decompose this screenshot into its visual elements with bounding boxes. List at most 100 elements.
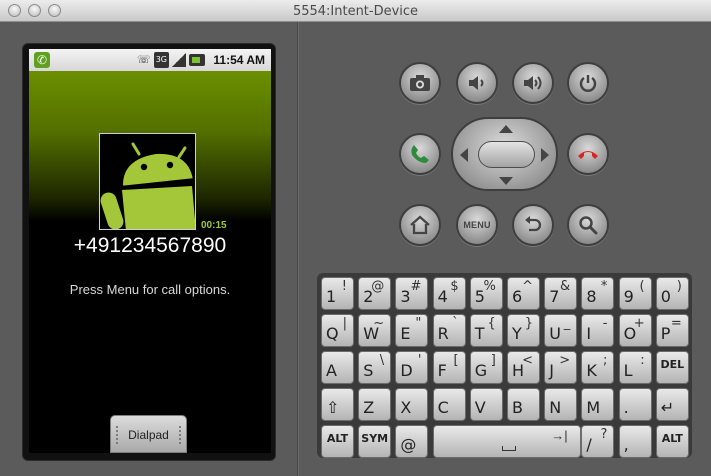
key-y[interactable]: Y} (507, 314, 540, 347)
key-o[interactable]: O + (618, 314, 652, 347)
key-b[interactable]: B (507, 388, 540, 421)
key-n[interactable]: N (544, 388, 578, 421)
key-s[interactable]: S \ (358, 351, 392, 384)
key-r3c9[interactable]: ↵ (655, 388, 689, 421)
key-u[interactable]: U _ (544, 314, 578, 347)
volume-up-button[interactable] (512, 62, 554, 104)
android-robot-icon (100, 134, 195, 229)
key-h[interactable]: H < (507, 351, 540, 384)
comma-key[interactable]: , (618, 425, 652, 458)
key-alt-label: { (487, 316, 496, 331)
key-alt-label: < (522, 353, 533, 368)
key-6[interactable]: 6 ^ (507, 277, 540, 310)
key-g[interactable]: G] (469, 351, 503, 384)
key-alt-label: = (670, 316, 682, 331)
key-a[interactable]: A (321, 351, 354, 384)
key-1[interactable]: 1! (321, 277, 354, 310)
key-label: @ (400, 435, 417, 454)
home-button[interactable] (399, 204, 441, 246)
back-button[interactable] (512, 204, 554, 246)
sym-key[interactable]: SYM (358, 425, 392, 458)
alt-left-key[interactable]: ALT (321, 425, 354, 458)
key-alt-label: @ (371, 279, 385, 294)
key-4[interactable]: 4 $ (432, 277, 466, 310)
key-2[interactable]: 2 @ (358, 277, 392, 310)
space-key[interactable]: →| (432, 425, 581, 458)
key-label: 9 (623, 287, 634, 306)
volume-down-button[interactable] (456, 62, 498, 104)
alt-right-key[interactable]: ALT (655, 425, 689, 458)
battery-icon (189, 54, 205, 66)
key-r3c8[interactable]: . (618, 388, 652, 421)
key-l[interactable]: L: (618, 351, 652, 384)
key-label: ↵ (660, 398, 675, 417)
green-phone-icon (411, 145, 429, 163)
camera-button[interactable] (399, 62, 441, 104)
end-call-button[interactable] (567, 133, 609, 175)
key-j[interactable]: J > (544, 351, 578, 384)
dialpad-tab[interactable]: Dialpad (110, 415, 187, 453)
key-d[interactable]: D ' (395, 351, 429, 384)
menu-button[interactable]: MENU (456, 204, 498, 246)
search-button[interactable] (567, 204, 609, 246)
grip-right (178, 425, 182, 445)
key-label: L (623, 361, 633, 380)
dpad-left-icon[interactable] (460, 148, 468, 162)
device-display[interactable]: ✆ ☏ 3G 11:54 AM 00:15 +491234567890 Pres… (29, 49, 271, 453)
dpad-right-icon[interactable] (541, 148, 549, 162)
key-label: ALT (661, 432, 683, 445)
key-alt-label: & (560, 279, 571, 294)
key-alt-label: ) (676, 279, 682, 294)
key-alt-label: _ (563, 316, 571, 331)
key-label: G (474, 361, 488, 380)
key-k[interactable]: K; (581, 351, 615, 384)
key-alt-label: > (559, 353, 571, 368)
key-label: S (363, 361, 374, 380)
key-9[interactable]: 9( (618, 277, 652, 310)
key-5[interactable]: 5% (469, 277, 503, 310)
call-button[interactable] (399, 133, 441, 175)
dpad[interactable] (451, 117, 558, 191)
key-e[interactable]: E " (395, 314, 429, 347)
key-c[interactable]: C (432, 388, 466, 421)
camera-icon (410, 75, 430, 91)
key-x[interactable]: X (395, 388, 429, 421)
key-alt-label: | (342, 316, 347, 331)
power-icon (579, 75, 597, 92)
dpad-down-icon[interactable] (499, 177, 513, 185)
key-alt-label: ] (490, 353, 496, 368)
key-i[interactable]: I- (581, 314, 615, 347)
key-label: 6 (512, 287, 523, 306)
key-label: X (400, 398, 412, 417)
key-7[interactable]: 7 & (544, 277, 578, 310)
key-r3c0[interactable]: ⇧ (321, 388, 354, 421)
back-icon (525, 216, 542, 232)
key-8[interactable]: 8 * (581, 277, 615, 310)
key-0[interactable]: 0) (655, 277, 689, 310)
slash-key[interactable]: /? (581, 425, 615, 458)
key-m[interactable]: M (581, 388, 615, 421)
key-v[interactable]: V (469, 388, 503, 421)
key-label: E (400, 324, 411, 343)
key-label: N (549, 398, 562, 417)
key-z[interactable]: Z (358, 388, 392, 421)
key-label: F (437, 361, 447, 380)
key-label: 1 (326, 287, 337, 306)
key-f[interactable]: F[ (432, 351, 466, 384)
power-button[interactable] (567, 62, 609, 104)
at-key[interactable]: @ (395, 425, 429, 458)
dpad-up-icon[interactable] (499, 125, 513, 133)
key-alt-label: $ (450, 279, 459, 294)
key-p[interactable]: P = (655, 314, 689, 347)
dpad-center-button[interactable] (478, 141, 535, 168)
key-q[interactable]: Q | (321, 314, 354, 347)
key-label: V (474, 398, 486, 417)
key-alt-label: ? (600, 427, 608, 442)
key-label: 3 (400, 287, 411, 306)
key-label: M (586, 398, 601, 417)
key-r[interactable]: R ` (432, 314, 466, 347)
key-r2c9[interactable]: DEL (655, 351, 689, 384)
key-t[interactable]: T{ (469, 314, 503, 347)
key-3[interactable]: 3 # (395, 277, 429, 310)
key-w[interactable]: W ~ (358, 314, 392, 347)
